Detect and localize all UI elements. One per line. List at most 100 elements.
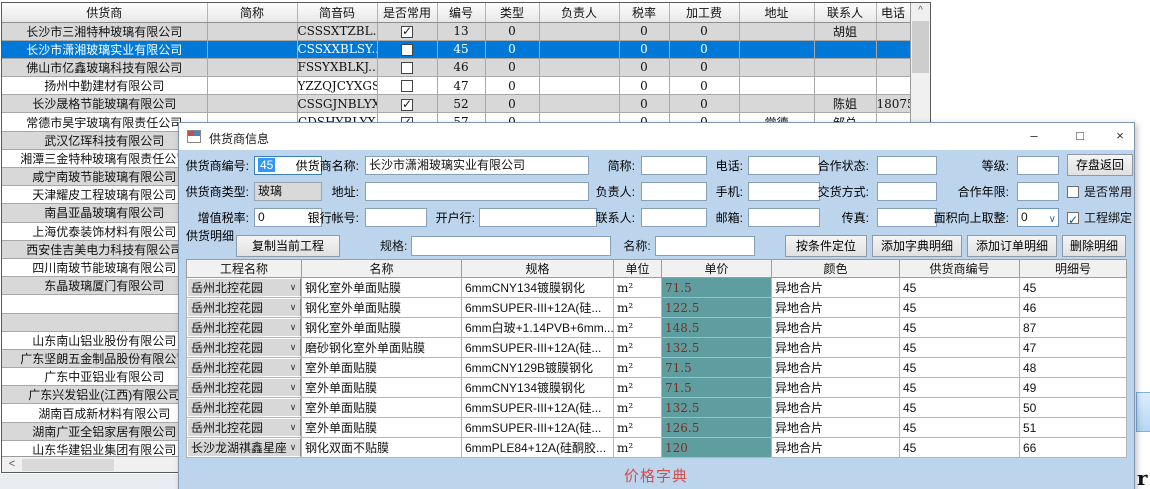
supplier-cell[interactable]: 天津耀皮工程玻璃有限公司 — [2, 186, 207, 204]
supplier-cell[interactable]: 0 — [619, 58, 669, 76]
vertical-scroll-thumb[interactable] — [912, 21, 929, 73]
supplier-cell[interactable]: 陈姐 — [814, 95, 876, 113]
detail-cell[interactable]: 岳州北控花园∨ — [187, 298, 302, 318]
detail-cell[interactable]: 45 — [900, 358, 1020, 378]
chevron-down-icon[interactable]: ∨ — [286, 322, 300, 333]
common-checkbox[interactable] — [401, 99, 413, 111]
area-round-up-combobox[interactable]: 0∨ — [1017, 208, 1059, 227]
detail-cell[interactable]: 钢化室外单面贴膜 — [302, 298, 462, 318]
detail-cell[interactable]: 岳州北控花园∨ — [187, 378, 302, 398]
supplier-cell[interactable]: 0 — [485, 95, 539, 113]
supplier-cell[interactable]: 东晶玻璃厦门有限公司 — [2, 277, 207, 295]
detail-cell[interactable]: 6mmSUPER-III+12A(硅... — [462, 398, 614, 418]
supplier-cell[interactable]: 武汉亿珲科技有限公司 — [2, 131, 207, 149]
supplier-cell[interactable]: 咸宁南玻节能玻璃有限公司 — [2, 168, 207, 186]
supplier-row[interactable]: 长沙晟格节能玻璃有限公司CSSGJNBLYXGS52000陈姐180751 — [2, 95, 910, 113]
detail-cell[interactable]: 异地合片 — [772, 378, 900, 398]
detail-cell[interactable]: 6mmCNY134镀膜钢化 — [462, 378, 614, 398]
project-combobox[interactable]: 岳州北控花园 — [188, 339, 286, 356]
close-button[interactable]: × — [1105, 123, 1135, 150]
supplier-row[interactable]: 长沙市三湘特种玻璃有限公司CSSSXTZBL...13000胡姐 — [2, 22, 910, 40]
detail-row[interactable]: 岳州北控花园∨室外单面贴膜6mmCNY129B镀膜钢化m²71.5异地合片454… — [187, 358, 1127, 378]
detail-cell[interactable]: 钢化双面不贴膜 — [302, 438, 462, 458]
add-dictionary-detail-button[interactable]: 添加字典明细 — [872, 235, 962, 257]
supplier-cell[interactable]: 0 — [669, 77, 739, 95]
supplier-cell[interactable] — [876, 58, 910, 76]
detail-cell[interactable]: 室外单面贴膜 — [302, 358, 462, 378]
supplier-row[interactable]: 佛山市亿鑫玻璃科技有限公司FSSYXBLKJ...46000 — [2, 58, 910, 76]
chevron-down-icon[interactable]: ∨ — [286, 282, 300, 293]
detail-cell[interactable]: 异地合片 — [772, 358, 900, 378]
supplier-cell[interactable]: 52 — [437, 95, 485, 113]
supplier-cell[interactable]: 0 — [669, 22, 739, 40]
detail-cell[interactable]: 6mmSUPER-III+12A(硅... — [462, 338, 614, 358]
supplier-cell[interactable] — [207, 77, 297, 95]
copy-current-project-button[interactable]: 复制当前工程 — [236, 235, 340, 257]
add-order-detail-button[interactable]: 添加订单明细 — [967, 235, 1057, 257]
detail-cell[interactable]: 室外单面贴膜 — [302, 378, 462, 398]
supplier-cell[interactable]: YZZQJCYXGS — [297, 77, 377, 95]
detail-cell[interactable]: m² — [614, 378, 662, 398]
supplier-cell[interactable] — [739, 95, 814, 113]
detail-cell[interactable]: 45 — [900, 338, 1020, 358]
supplier-cell[interactable] — [539, 22, 619, 40]
detail-cell[interactable]: 异地合片 — [772, 438, 900, 458]
detail-cell[interactable]: m² — [614, 418, 662, 438]
supplier-cell[interactable] — [207, 22, 297, 40]
detail-cell[interactable]: 6mmCNY129B镀膜钢化 — [462, 358, 614, 378]
supplier-cell[interactable]: CSSGJNBLYXGS — [297, 95, 377, 113]
chevron-down-icon[interactable]: ∨ — [1049, 211, 1056, 228]
project-bind-checkbox[interactable]: 工程绑定 — [1067, 208, 1132, 228]
supplier-cell[interactable]: 0 — [485, 77, 539, 95]
maximize-button[interactable]: □ — [1065, 123, 1095, 150]
supplier-cell[interactable]: 0 — [485, 22, 539, 40]
detail-cell[interactable]: 长沙龙湖祺鑫星座∨ — [187, 438, 302, 458]
common-checkbox[interactable] — [401, 44, 413, 56]
supplier-cell[interactable]: 常德市昊宇玻璃有限责任公司 — [2, 113, 207, 131]
supplier-cell[interactable]: 佛山市亿鑫玻璃科技有限公司 — [2, 58, 207, 76]
detail-cell[interactable]: 异地合片 — [772, 418, 900, 438]
detail-cell[interactable]: 51 — [1020, 418, 1127, 438]
detail-cell[interactable]: 6mmSUPER-III+12A(硅... — [462, 298, 614, 318]
detail-row[interactable]: 岳州北控花园∨磨砂钢化室外单面贴膜6mmSUPER-III+12A(硅...m²… — [187, 338, 1127, 358]
supplier-cell[interactable] — [2, 313, 207, 331]
supplier-cell[interactable] — [2, 295, 207, 313]
supplier-cell[interactable] — [539, 40, 619, 58]
detail-cell[interactable]: 异地合片 — [772, 338, 900, 358]
detail-cell[interactable]: 岳州北控花园∨ — [187, 398, 302, 418]
supplier-cell[interactable] — [377, 95, 437, 113]
detail-cell[interactable]: 45 — [900, 318, 1020, 338]
detail-cell[interactable]: 45 — [900, 418, 1020, 438]
detail-cell[interactable]: 71.5 — [662, 278, 772, 298]
supplier-cell[interactable] — [814, 40, 876, 58]
supplier-cell[interactable] — [814, 77, 876, 95]
detail-cell[interactable]: 120 — [662, 438, 772, 458]
supplier-cell[interactable]: 0 — [619, 22, 669, 40]
detail-cell[interactable]: 45 — [1020, 278, 1127, 298]
supplier-cell[interactable]: 长沙市三湘特种玻璃有限公司 — [2, 22, 207, 40]
detail-cell[interactable]: 132.5 — [662, 338, 772, 358]
detail-cell[interactable]: 6mmPLE84+12A(硅酮胶... — [462, 438, 614, 458]
detail-cell[interactable]: 45 — [900, 398, 1020, 418]
detail-cell[interactable]: m² — [614, 358, 662, 378]
supplier-cell[interactable]: 上海优泰装饰材料有限公司 — [2, 222, 207, 240]
supplier-cell[interactable]: 0 — [619, 77, 669, 95]
supplier-cell[interactable]: CSSSXTZBL... — [297, 22, 377, 40]
supplier-cell[interactable]: 广东坚朗五金制品股份有限公司 — [2, 349, 207, 367]
scroll-left-icon[interactable]: < — [4, 458, 20, 472]
supplier-cell[interactable] — [814, 58, 876, 76]
supplier-cell[interactable]: 长沙晟格节能玻璃有限公司 — [2, 95, 207, 113]
supplier-cell[interactable] — [539, 58, 619, 76]
supplier-cell[interactable]: 湖南百成新材料有限公司 — [2, 404, 207, 422]
detail-cell[interactable]: 45 — [900, 298, 1020, 318]
contact-field[interactable] — [641, 208, 707, 227]
supplier-cell[interactable]: 13 — [437, 22, 485, 40]
detail-cell[interactable]: 132.5 — [662, 398, 772, 418]
project-combobox[interactable]: 长沙龙湖祺鑫星座 — [188, 439, 286, 456]
detail-cell[interactable]: 磨砂钢化室外单面贴膜 — [302, 338, 462, 358]
detail-cell[interactable]: 异地合片 — [772, 398, 900, 418]
supplier-cell[interactable] — [876, 77, 910, 95]
project-combobox[interactable]: 岳州北控花园 — [188, 399, 286, 416]
supplier-cell[interactable]: 0 — [669, 58, 739, 76]
detail-cell[interactable]: 50 — [1020, 398, 1127, 418]
